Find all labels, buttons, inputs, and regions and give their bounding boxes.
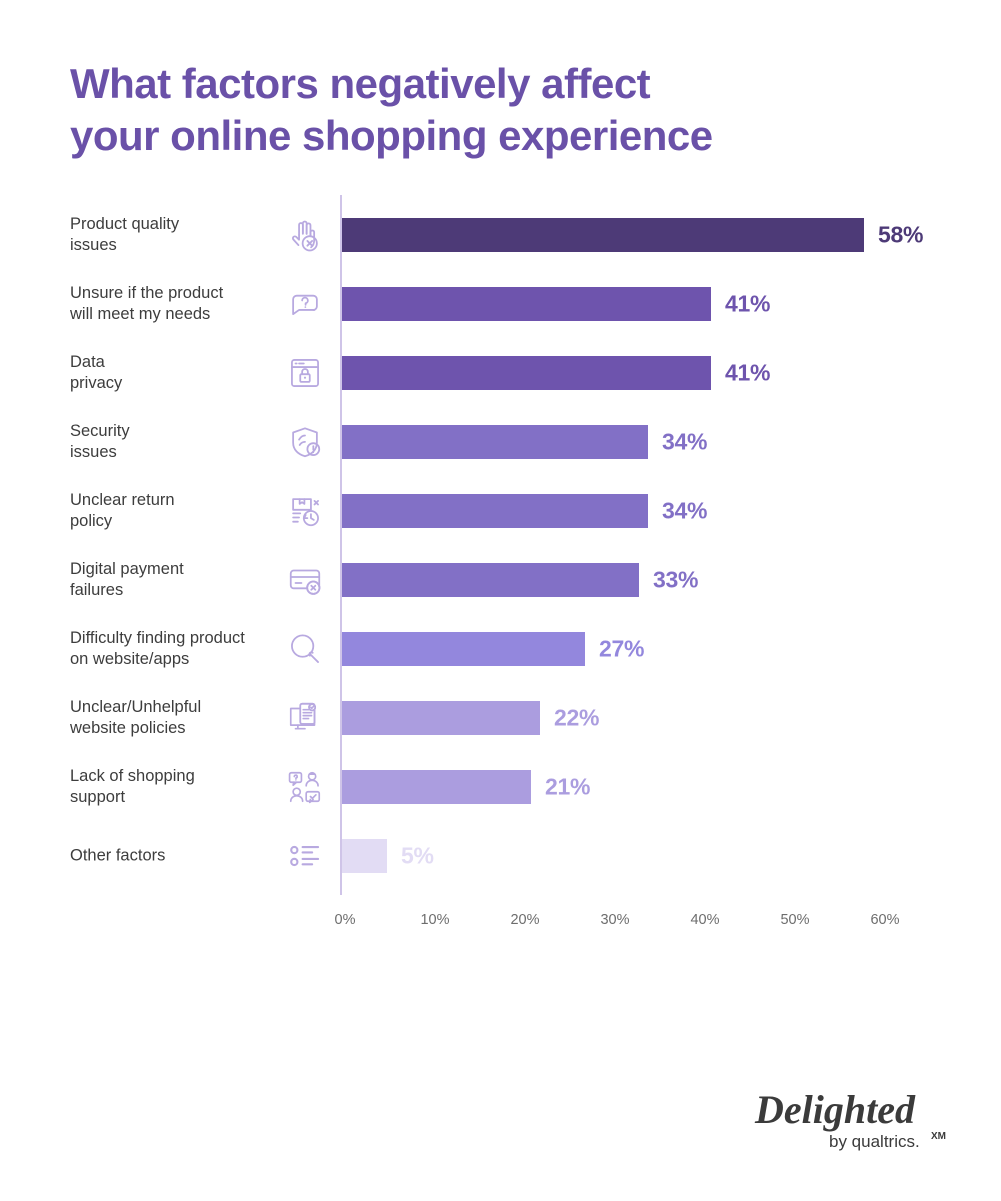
bar: [342, 631, 585, 666]
bar-value-label: 34%: [662, 497, 708, 523]
bar-chart: Product quality issues 58% Unsure if the …: [0, 190, 1001, 950]
bar: [342, 562, 639, 597]
bar-value-label: 58%: [878, 221, 924, 247]
question-bubble-icon: [285, 284, 325, 324]
bar: [342, 424, 648, 459]
category-label: Lack of shopping support: [70, 766, 195, 806]
chart-row: Unclear/Unhelpful website policies 22%: [0, 683, 1001, 752]
category-label: Product quality issues: [70, 214, 180, 254]
bar-value-label: 34%: [662, 428, 708, 454]
chart-row: Product quality issues 58%: [0, 200, 1001, 269]
bar-track: 34%: [342, 424, 942, 459]
category-label: Digital payment failures: [70, 559, 184, 599]
page-title: What factors negatively affect your onli…: [70, 60, 713, 159]
bar-value-label: 27%: [599, 635, 645, 661]
x-axis-tick-label: 30%: [600, 912, 630, 928]
bar-track: 34%: [342, 493, 942, 528]
x-axis-tick-label: 60%: [870, 912, 900, 928]
card-decline-icon: [285, 560, 325, 600]
bar: [342, 493, 648, 528]
chart-row: Digital payment failures 33%: [0, 545, 1001, 614]
logo-tagline: by qualtrics.: [829, 1132, 920, 1151]
bar-value-label: 41%: [725, 359, 771, 385]
x-axis-tick-label: 50%: [780, 912, 810, 928]
x-axis-tick-label: 40%: [690, 912, 720, 928]
category-label: Other factors: [70, 846, 166, 864]
bar-track: 33%: [342, 562, 942, 597]
shield-alert-icon: [285, 422, 325, 462]
chart-row: Unsure if the product will meet my needs…: [0, 269, 1001, 338]
bar-value-label: 41%: [725, 290, 771, 316]
browser-lock-icon: [285, 353, 325, 393]
delighted-qualtrics-logo: Delighted by qualtrics. XM: [751, 1081, 956, 1159]
x-axis-tick-label: 20%: [510, 912, 540, 928]
bar: [342, 286, 711, 321]
bar-track: 21%: [342, 769, 942, 804]
category-label: Data privacy: [70, 352, 123, 392]
category-label: Unclear return policy: [70, 490, 175, 530]
bar: [342, 217, 864, 252]
package-return-icon: [285, 491, 325, 531]
bar-track: 27%: [342, 631, 942, 666]
magnifier-icon: [285, 629, 325, 669]
category-label: Unsure if the product will meet my needs: [70, 283, 224, 323]
hand-reject-icon: [285, 215, 325, 255]
x-axis-tick-label: 10%: [420, 912, 450, 928]
monitor-document-icon: [285, 698, 325, 738]
bar-track: 58%: [342, 217, 942, 252]
bullet-list-icon: [285, 836, 325, 876]
bar: [342, 355, 711, 390]
chart-row: Difficulty finding product on website/ap…: [0, 614, 1001, 683]
bar: [342, 700, 540, 735]
bar: [342, 769, 531, 804]
bar-track: 41%: [342, 286, 942, 321]
chart-row: Security issues 34%: [0, 407, 1001, 476]
category-label: Difficulty finding product on website/ap…: [70, 628, 245, 668]
x-axis: 0% 10% 20% 30% 40% 50% 60%: [0, 912, 1001, 942]
bar-value-label: 5%: [401, 842, 434, 868]
chart-row: Unclear return policy 34%: [0, 476, 1001, 545]
chart-row: Lack of shopping support 21%: [0, 752, 1001, 821]
bar-value-label: 22%: [554, 704, 600, 730]
bar-track: 5%: [342, 838, 942, 873]
category-label: Security issues: [70, 421, 130, 461]
bar-track: 41%: [342, 355, 942, 390]
support-agents-icon: [285, 767, 325, 807]
chart-row: Data privacy 41%: [0, 338, 1001, 407]
logo-tagline-suffix: XM: [931, 1131, 946, 1142]
logo-wordmark: Delighted: [754, 1087, 916, 1132]
bar-track: 22%: [342, 700, 942, 735]
category-label: Unclear/Unhelpful website policies: [70, 697, 202, 737]
chart-row: Other factors 5%: [0, 821, 1001, 890]
bar-value-label: 21%: [545, 773, 591, 799]
bar-value-label: 33%: [653, 566, 699, 592]
bar: [342, 838, 387, 873]
x-axis-tick-label: 0%: [334, 912, 356, 928]
